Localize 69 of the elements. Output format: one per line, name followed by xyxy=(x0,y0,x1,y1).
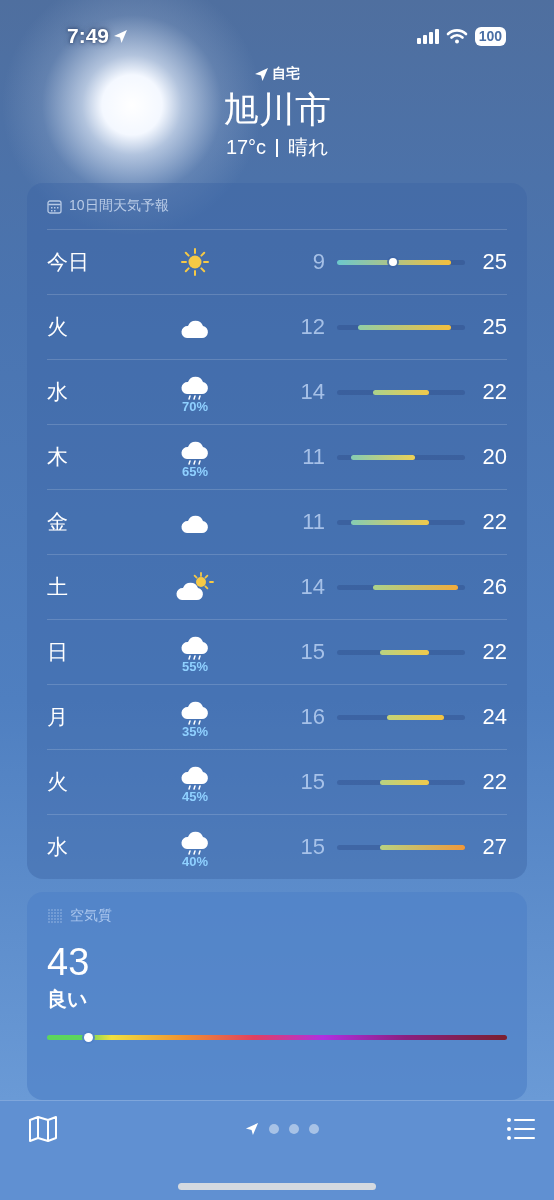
air-quality-rating: 良い xyxy=(47,987,88,1012)
section-title: 空気質 xyxy=(70,907,112,925)
signal-icon xyxy=(416,28,439,44)
high-temperature: 26 xyxy=(481,574,507,600)
day-label: 水 xyxy=(47,379,69,405)
page-indicator-dot[interactable] xyxy=(269,1124,279,1134)
location-arrow-icon xyxy=(254,66,269,82)
low-temperature: 11 xyxy=(301,444,325,470)
high-temperature: 22 xyxy=(481,379,507,405)
page-indicator-dot[interactable] xyxy=(289,1124,299,1134)
high-temperature: 22 xyxy=(481,769,507,795)
day-label: 火 xyxy=(47,769,69,795)
low-temperature: 11 xyxy=(301,509,325,535)
map-icon xyxy=(28,1114,58,1144)
air-quality-index: 43 xyxy=(47,940,91,984)
temperature-range-fill xyxy=(351,454,416,460)
low-temperature: 12 xyxy=(299,314,325,340)
map-button[interactable] xyxy=(28,1114,58,1144)
sun-icon xyxy=(180,247,210,277)
precipitation-chance: 70% xyxy=(182,400,208,414)
current-location-page-indicator[interactable] xyxy=(245,1122,259,1136)
low-temperature: 15 xyxy=(299,834,325,860)
precipitation-chance: 40% xyxy=(182,855,208,869)
low-temperature: 16 xyxy=(299,704,325,730)
low-temperature: 14 xyxy=(299,574,325,600)
low-temperature: 9 xyxy=(311,249,325,275)
high-temperature: 22 xyxy=(481,639,507,665)
location-arrow-icon xyxy=(113,28,129,44)
precipitation-chance: 35% xyxy=(182,725,208,739)
high-temperature: 27 xyxy=(481,834,507,860)
list-icon xyxy=(506,1117,536,1141)
home-indicator[interactable] xyxy=(178,1183,376,1190)
high-temperature: 24 xyxy=(481,704,507,730)
location-label: 自宅 xyxy=(272,65,300,83)
high-temperature: 22 xyxy=(481,509,507,535)
temperature-range-fill xyxy=(379,649,430,655)
day-label: 木 xyxy=(47,444,69,470)
current-temperature: 17°c xyxy=(225,136,267,159)
day-label: 日 xyxy=(47,639,69,665)
page-indicator-dot[interactable] xyxy=(309,1124,319,1134)
weather-condition: 晴れ xyxy=(288,135,329,160)
day-label: 今日 xyxy=(47,249,90,275)
battery-level: 100 xyxy=(474,26,506,46)
low-temperature: 15 xyxy=(299,769,325,795)
air-dots-icon xyxy=(47,908,63,924)
precipitation-chance: 55% xyxy=(182,660,208,674)
low-temperature: 15 xyxy=(299,639,325,665)
high-temperature: 25 xyxy=(481,314,507,340)
list-button[interactable] xyxy=(506,1117,536,1141)
section-title: 10日間天気予報 xyxy=(69,197,169,215)
temperature-range-fill xyxy=(386,714,444,720)
temperature-range-fill xyxy=(379,779,430,785)
high-temperature: 20 xyxy=(481,444,507,470)
location-arrow-icon xyxy=(245,1122,259,1136)
high-temperature: 25 xyxy=(481,249,507,275)
clock-time: 7:49 xyxy=(67,24,110,48)
precipitation-chance: 65% xyxy=(182,465,208,479)
low-temperature: 14 xyxy=(299,379,325,405)
day-label: 水 xyxy=(47,834,69,860)
calendar-icon xyxy=(47,198,62,214)
precipitation-chance: 45% xyxy=(182,790,208,804)
wifi-icon xyxy=(445,28,468,44)
day-label: 月 xyxy=(47,704,69,730)
city-name: 旭川市 xyxy=(223,88,331,132)
partly-cloudy-icon xyxy=(175,572,215,602)
temperature-range-fill xyxy=(372,389,430,395)
day-label: 土 xyxy=(47,574,69,600)
day-label: 金 xyxy=(47,509,69,535)
day-label: 火 xyxy=(47,314,69,340)
